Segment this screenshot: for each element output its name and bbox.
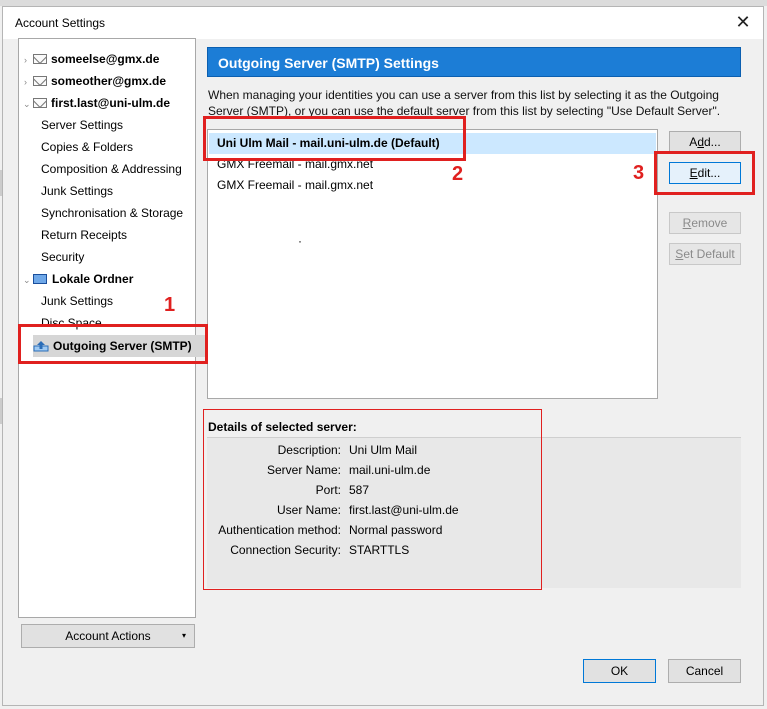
- account-actions-button[interactable]: Account Actions ▾: [21, 624, 195, 648]
- tree-account-label: someother@gmx.de: [51, 74, 167, 88]
- tree-account-someelse[interactable]: someelse@gmx.de: [33, 49, 159, 69]
- window-title: Account Settings: [15, 16, 106, 30]
- annotation-box-2: [203, 116, 466, 161]
- close-icon[interactable]: ✕: [731, 10, 755, 34]
- panel-header: Outgoing Server (SMTP) Settings: [207, 47, 741, 77]
- chevron-down-icon[interactable]: ⌄: [23, 276, 31, 285]
- set-default-button[interactable]: Set Default: [669, 243, 741, 265]
- title-bar: Account Settings ✕: [3, 7, 763, 39]
- tree-account-first-last[interactable]: first.last@uni-ulm.de: [33, 93, 170, 113]
- cancel-button[interactable]: Cancel: [668, 659, 741, 683]
- remove-server-button[interactable]: Remove: [669, 212, 741, 234]
- chevron-right-icon[interactable]: ›: [24, 56, 32, 65]
- ok-button[interactable]: OK: [583, 659, 656, 683]
- tree-local-folders-label: Lokale Ordner: [52, 272, 134, 286]
- tree-item-server-settings[interactable]: Server Settings: [41, 115, 123, 135]
- tree-local-folders[interactable]: Lokale Ordner: [33, 269, 133, 289]
- add-label-accel: d: [697, 135, 704, 149]
- chevron-right-icon[interactable]: ›: [24, 78, 32, 87]
- caret-down-icon: ▾: [181, 631, 186, 640]
- tree-item-security[interactable]: Security: [41, 247, 84, 267]
- annotation-box-details: [203, 409, 542, 590]
- annotation-number-2: 2: [452, 163, 464, 185]
- tree-item-composition-addressing[interactable]: Composition & Addressing: [41, 159, 182, 179]
- server-list-item[interactable]: GMX Freemail - mail.gmx.net: [209, 175, 656, 196]
- chevron-down-icon[interactable]: ⌄: [23, 100, 31, 109]
- tree-account-label: someelse@gmx.de: [51, 52, 160, 66]
- annotation-box-1: [18, 324, 208, 364]
- set-default-label-post: et Default: [683, 247, 735, 261]
- tree-item-local-junk-settings[interactable]: Junk Settings: [41, 291, 113, 311]
- add-label-post: d...: [704, 135, 721, 149]
- account-actions-label: Account Actions: [65, 629, 151, 643]
- remove-label-post: emove: [691, 216, 728, 230]
- remove-label-accel: R: [682, 216, 692, 230]
- annotation-box-3: [654, 151, 755, 195]
- smtp-server-list[interactable]: Uni Ulm Mail - mail.uni-ulm.de (Default)…: [207, 129, 658, 399]
- tree-account-someother[interactable]: someother@gmx.de: [33, 71, 166, 91]
- tree-account-label: first.last@uni-ulm.de: [51, 96, 171, 110]
- add-server-button[interactable]: Add...: [669, 131, 741, 153]
- envelope-icon: [33, 98, 47, 108]
- computer-icon: [33, 274, 47, 284]
- tree-item-return-receipts[interactable]: Return Receipts: [41, 225, 127, 245]
- tree-item-junk-settings[interactable]: Junk Settings: [41, 181, 113, 201]
- tree-item-copies-folders[interactable]: Copies & Folders: [41, 137, 133, 157]
- panel-description: When managing your identities you can us…: [208, 88, 721, 118]
- envelope-icon: [33, 76, 47, 86]
- envelope-icon: [33, 54, 47, 64]
- stray-dot: ·: [298, 234, 302, 248]
- annotation-number-1: 1: [164, 294, 176, 316]
- tree-item-synchronisation-storage[interactable]: Synchronisation & Storage: [41, 203, 183, 223]
- annotation-number-3: 3: [633, 162, 645, 184]
